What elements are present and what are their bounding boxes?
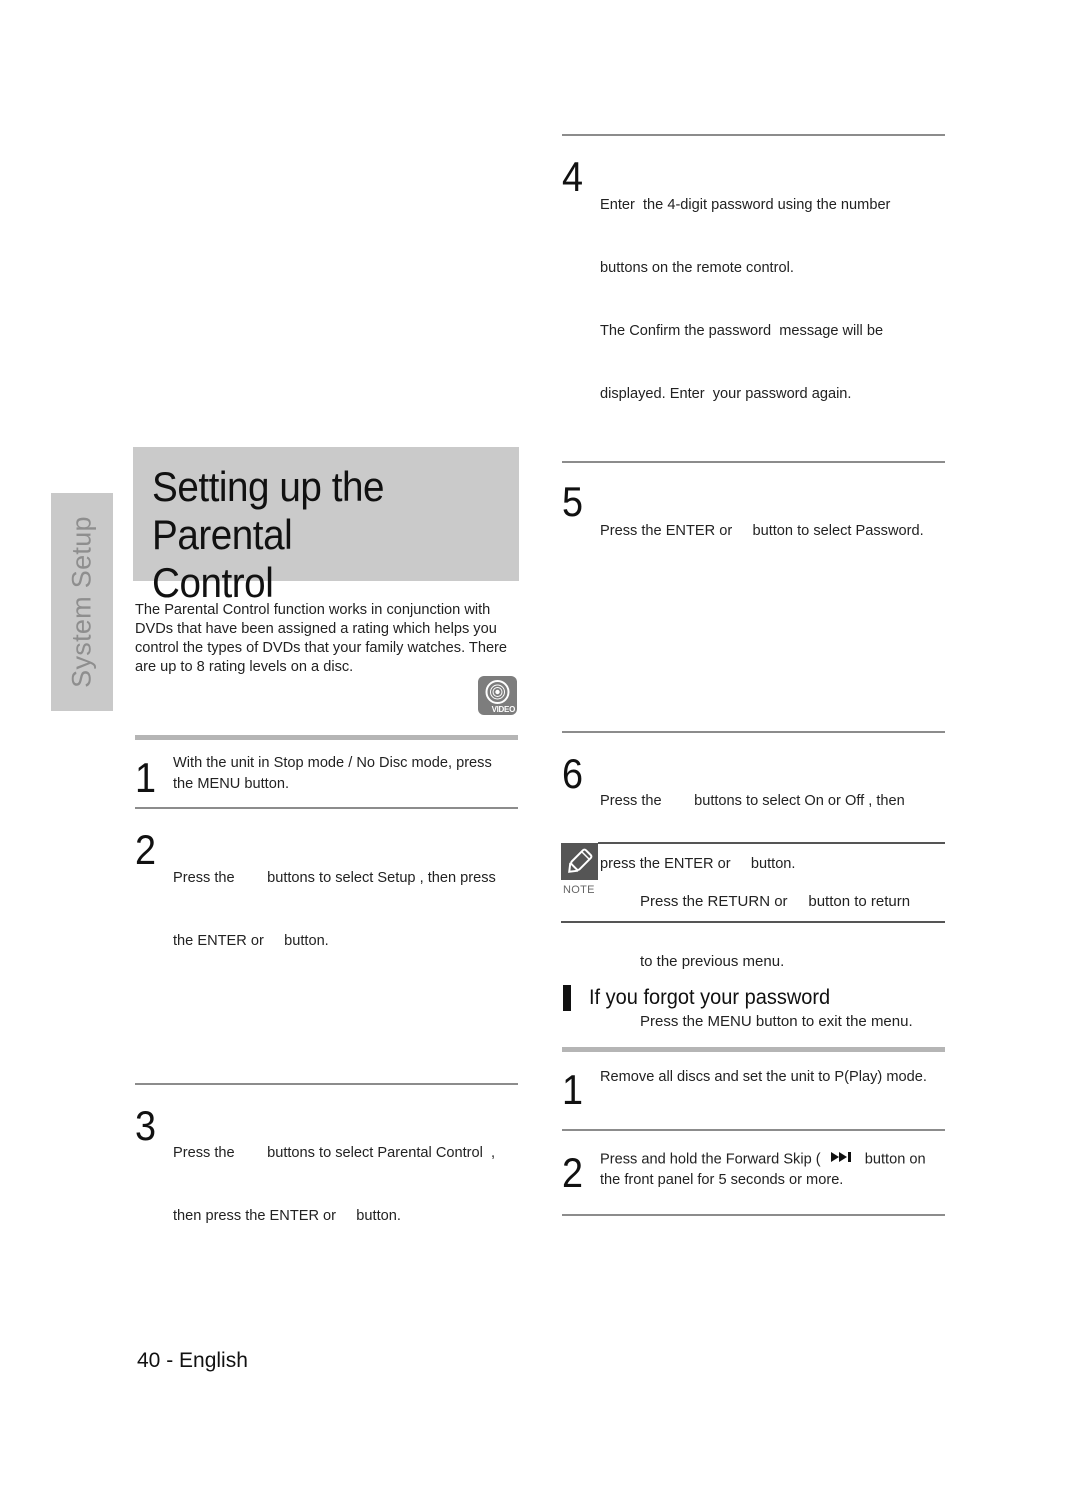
video-badge-label: VIDEO xyxy=(491,705,516,714)
section-marker xyxy=(563,985,571,1011)
forgot-step-2-text: Press and hold the Forward Skip ( button… xyxy=(600,1149,960,1191)
divider xyxy=(562,1047,945,1052)
page-title-line-2: Control xyxy=(152,559,274,606)
divider xyxy=(562,134,945,136)
step-3-text: Press the buttons to select Parental Con… xyxy=(173,1145,496,1224)
divider xyxy=(562,731,945,733)
intro-paragraph: The Parental Control function works in c… xyxy=(135,602,508,675)
step-number: 1 xyxy=(135,754,157,801)
step-number: 4 xyxy=(562,153,584,200)
step-number: 1 xyxy=(562,1066,584,1113)
section-heading: If you forgot your password xyxy=(589,985,831,1009)
step-2-text: Press the buttons to select Setup , then… xyxy=(173,870,496,949)
page-title-block: Setting up the Parental Control xyxy=(133,447,519,606)
divider xyxy=(135,1083,518,1085)
step-number: 2 xyxy=(135,826,157,873)
note-text: Press the RETURN or button to return to … xyxy=(640,893,913,1030)
video-disc-icon: VIDEO xyxy=(478,676,517,715)
page-number-footer: 40 - English xyxy=(137,1349,248,1372)
page-title: Setting up the Parental Control xyxy=(152,463,520,607)
step-4-text: Enter the 4-digit password using the num… xyxy=(600,197,891,402)
step-number: 2 xyxy=(562,1149,584,1196)
note-bottom-rule xyxy=(561,921,945,923)
side-tab-label: System Setup xyxy=(66,516,97,688)
step-1-text: With the unit in Stop mode / No Disc mod… xyxy=(173,755,492,792)
section-side-tab: System Setup xyxy=(51,493,113,711)
divider xyxy=(135,807,518,809)
note-top-rule xyxy=(598,842,945,844)
step-number: 5 xyxy=(562,478,584,525)
divider xyxy=(562,1214,945,1216)
divider xyxy=(135,735,518,740)
forward-skip-icon xyxy=(830,1149,853,1170)
pencil-note-icon xyxy=(561,843,598,880)
step-number: 6 xyxy=(562,750,584,797)
forgot-step-1-text: Remove all discs and set the unit to P(P… xyxy=(600,1069,927,1085)
step-5-text: Press the ENTER or button to select Pass… xyxy=(600,523,924,539)
note-label: NOTE xyxy=(563,884,595,896)
page-title-line-1: Setting up the Parental xyxy=(152,463,385,558)
divider xyxy=(562,461,945,463)
divider xyxy=(562,1129,945,1131)
step-number: 3 xyxy=(135,1102,157,1149)
